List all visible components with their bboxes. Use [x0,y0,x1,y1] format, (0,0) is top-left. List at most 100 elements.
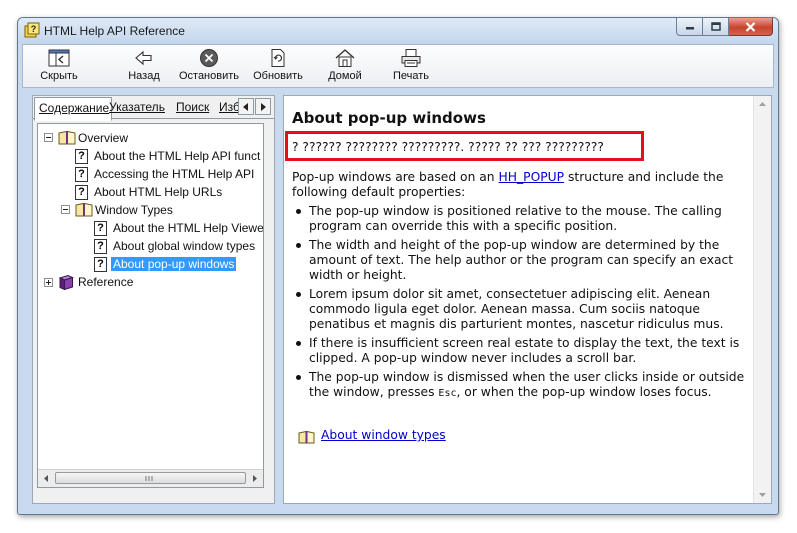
minimize-icon [685,26,694,29]
intro-text: Pop-up windows are based on an [292,170,499,184]
printer-icon [401,49,421,67]
hide-label: Скрыть [40,70,78,82]
tabs-scroll-right-button[interactable] [255,98,271,115]
list-item: The pop-up window is dismissed when the … [296,370,752,401]
triangle-right-icon [261,102,266,111]
related-topic: About window types [321,428,446,442]
properties-list: The pop-up window is positioned relative… [292,204,752,405]
help-page-icon: ? [75,149,88,164]
tree-item-help-urls[interactable]: ? About HTML Help URLs [38,184,263,201]
tab-search[interactable]: Поиск [176,100,209,114]
help-page-icon: ? [94,221,107,236]
back-button[interactable]: Назад [123,47,165,87]
stop-label: Остановить [178,70,240,82]
scroll-up-button[interactable] [754,96,771,113]
closed-book-icon [58,275,74,290]
tab-favorites[interactable]: Изб [219,100,240,114]
triangle-down-icon [759,493,766,497]
tree-item-label: Accessing the HTML Help API [94,167,255,181]
hide-button[interactable]: Скрыть [37,47,81,87]
tree-item-label: About global window types [113,239,256,253]
horizontal-scroll-thumb[interactable] [55,472,246,484]
print-label: Печать [392,70,430,82]
title-bar[interactable]: ? HTML Help API Reference [18,18,778,44]
minimize-button[interactable] [676,18,703,36]
triangle-right-icon [253,474,257,482]
list-item-text: , or when the pop-up window loses focus. [456,385,712,399]
scroll-right-button[interactable] [246,470,263,486]
tree-item-api-functions[interactable]: ? About the HTML Help API funct [38,148,263,165]
tree-item-popup-windows[interactable]: ? About pop-up windows [38,256,263,273]
tree-item-label: Window Types [95,203,173,217]
stop-icon [200,49,218,67]
tree-item-label: About the HTML Help Viewe [113,221,264,235]
refresh-button[interactable]: Обновить [251,47,305,87]
tabs-scroll-left-button[interactable] [238,98,254,115]
list-item: Lorem ipsum dolor sit amet, consectetuer… [296,287,752,332]
esc-key-label: Esc [438,388,457,399]
home-label: Домой [328,70,362,82]
help-page-icon: ? [75,167,88,182]
topic-pane: About pop-up windows ? ?????? ???????? ?… [283,95,772,504]
window-title: HTML Help API Reference [44,24,185,38]
help-page-icon: ? [94,257,107,272]
about-window-types-link[interactable]: About window types [321,428,446,442]
list-item: If there is insufficient screen real est… [296,336,752,366]
help-app-icon: ? [24,22,40,38]
highlighted-text: ? ?????? ???????? ?????????. ????? ?? ??… [292,140,604,154]
intro-paragraph: Pop-up windows are based on an HH_POPUP … [292,170,752,200]
topic-title: About pop-up windows [292,109,486,127]
close-icon [745,21,756,32]
window-controls [676,18,773,36]
home-icon [335,49,355,67]
maximize-icon [710,22,721,31]
help-page-icon: ? [75,185,88,200]
back-label: Назад [128,70,160,82]
tab-index[interactable]: Указатель [109,100,165,114]
tree-item-label: Reference [78,275,134,289]
help-page-icon: ? [94,239,107,254]
scroll-down-button[interactable] [754,486,771,503]
tree-item-global-window-types[interactable]: ? About global window types [38,238,263,255]
scroll-left-button[interactable] [38,470,55,486]
hide-pane-icon [48,49,70,67]
contents-tree: Overview ? About the HTML Help API funct… [37,123,264,488]
open-book-icon [75,202,93,217]
home-button[interactable]: Домой [323,47,367,87]
stop-button[interactable]: Остановить [177,47,241,87]
topic-vertical-scrollbar[interactable] [753,96,771,503]
maximize-button[interactable] [703,18,729,36]
tree-item-window-types[interactable]: Window Types [38,202,263,219]
list-item: The pop-up window is positioned relative… [296,204,752,234]
tree-item-label: About HTML Help URLs [94,185,223,199]
close-button[interactable] [729,18,773,36]
navigation-pane: Содержание Указатель Поиск Изб Overview [32,95,275,504]
tree-horizontal-scrollbar[interactable] [38,469,263,487]
triangle-left-icon [243,102,248,111]
collapse-icon[interactable] [44,133,53,142]
collapse-icon[interactable] [61,205,70,214]
tree-item-label: Overview [78,131,129,145]
open-book-icon [58,130,76,145]
help-window: ? HTML Help API Reference Скрыть Назад О… [17,17,779,515]
toolbar: Скрыть Назад Остановить Обновить Домой П… [22,44,774,88]
tree-item-label: About the HTML Help API funct [94,149,261,163]
hh-popup-link[interactable]: HH_POPUP [499,170,565,184]
tree-item-accessing-api[interactable]: ? Accessing the HTML Help API [38,166,263,183]
print-button[interactable]: Печать [389,47,433,87]
tree-item-help-viewer[interactable]: ? About the HTML Help Viewe [38,220,263,237]
list-item: The width and height of the pop-up windo… [296,238,752,283]
tree-item-reference[interactable]: Reference [38,274,263,291]
triangle-up-icon [759,102,766,106]
expand-icon[interactable] [44,278,53,287]
back-arrow-icon [135,50,152,66]
tab-contents[interactable]: Содержание [34,97,113,121]
svg-text:?: ? [31,24,37,34]
grip-icon [145,476,153,481]
tree-item-label-selected: About pop-up windows [111,257,237,271]
triangle-left-icon [44,474,48,482]
pane-splitter[interactable] [275,95,283,504]
navigation-tabs: Содержание Указатель Поиск Изб [33,96,274,121]
tree-item-overview[interactable]: Overview [38,130,263,147]
refresh-icon [271,49,285,67]
